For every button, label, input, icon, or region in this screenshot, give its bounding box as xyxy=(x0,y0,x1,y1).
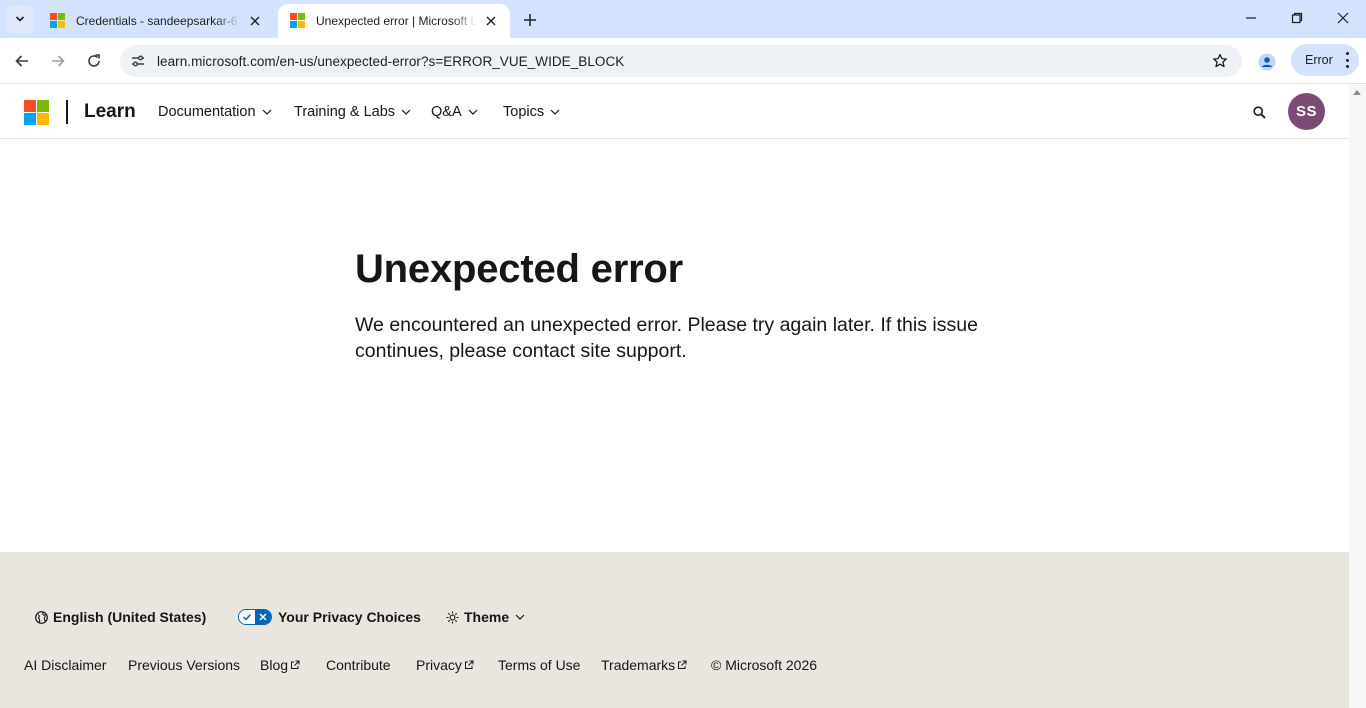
external-link-icon xyxy=(464,660,474,670)
error-content: Unexpected error We encountered an unexp… xyxy=(355,245,1015,364)
footer-link-ai-disclaimer[interactable]: AI Disclaimer xyxy=(24,657,106,673)
minimize-icon xyxy=(1246,17,1256,19)
chevron-down-icon xyxy=(468,107,478,117)
external-link-icon xyxy=(677,660,687,670)
sun-icon xyxy=(446,611,459,624)
privacy-choices-label: Your Privacy Choices xyxy=(278,609,421,625)
theme-label: Theme xyxy=(464,609,510,625)
microsoft-favicon-icon xyxy=(290,13,306,29)
footer-link-terms-of-use[interactable]: Terms of Use xyxy=(498,657,580,673)
more-vertical-icon xyxy=(1345,52,1349,68)
footer-link-label: AI Disclaimer xyxy=(24,657,107,673)
person-icon xyxy=(1258,53,1276,71)
tab-title: Unexpected error | Microsoft Le xyxy=(316,14,476,28)
error-message: We encountered an unexpected error. Plea… xyxy=(355,314,978,362)
page-title: Unexpected error xyxy=(355,247,684,291)
language-label: English (United States) xyxy=(53,609,207,625)
theme-selector[interactable]: Theme xyxy=(446,609,525,625)
privacy-choices-icon xyxy=(238,609,272,625)
footer-link-privacy[interactable]: Privacy xyxy=(416,657,474,673)
browser-profile-button[interactable] xyxy=(1252,47,1282,77)
tab-close-icon[interactable] xyxy=(482,12,500,30)
footer-link-label: Privacy xyxy=(416,657,462,673)
close-icon xyxy=(1337,12,1349,24)
footer-link-trademarks[interactable]: Trademarks xyxy=(601,657,687,673)
nav-training-labs[interactable]: Training & Labs xyxy=(294,104,411,120)
language-selector[interactable]: English (United States) xyxy=(35,609,206,625)
browser-toolbar: learn.microsoft.com/en-us/unexpected-err… xyxy=(0,38,1366,84)
site-footer: English (United States) Your Privacy Cho… xyxy=(0,552,1349,708)
search-icon xyxy=(1252,105,1266,119)
minimize-window-button[interactable] xyxy=(1228,0,1274,36)
browser-tab-strip: Credentials - sandeepsarkar-67 Unexpecte… xyxy=(0,0,1366,38)
tab-search-button[interactable] xyxy=(6,5,34,33)
learn-brand-link[interactable]: Learn xyxy=(84,101,136,123)
footer-link-label: Trademarks xyxy=(601,657,676,673)
browser-error-menu-button[interactable]: Error xyxy=(1291,44,1359,76)
error-chip-label: Error xyxy=(1305,53,1333,67)
address-bar[interactable]: learn.microsoft.com/en-us/unexpected-err… xyxy=(120,45,1242,77)
site-header: Learn Documentation Training & Labs Q&A … xyxy=(0,85,1349,139)
reload-button[interactable] xyxy=(78,45,110,77)
footer-link-label: Terms of Use xyxy=(498,657,581,673)
microsoft-logo-icon[interactable] xyxy=(24,100,49,125)
footer-link-previous-versions[interactable]: Previous Versions xyxy=(128,657,240,673)
close-window-button[interactable] xyxy=(1320,0,1366,36)
chevron-down-icon xyxy=(550,107,560,117)
chevron-down-icon xyxy=(401,107,411,117)
user-avatar[interactable]: SS xyxy=(1288,93,1325,130)
restore-window-button[interactable] xyxy=(1274,0,1320,36)
browser-tab-credentials[interactable]: Credentials - sandeepsarkar-67 xyxy=(38,4,274,38)
plus-icon xyxy=(524,14,536,26)
nav-label: Topics xyxy=(503,104,545,120)
footer-link-contribute[interactable]: Contribute xyxy=(326,657,391,673)
privacy-choices-link[interactable]: Your Privacy Choices xyxy=(238,609,421,625)
copyright-text: © Microsoft 2026 xyxy=(711,657,818,673)
nav-label: Q&A xyxy=(431,104,462,120)
nav-label: Training & Labs xyxy=(294,104,396,120)
arrow-right-icon xyxy=(52,55,65,67)
chevron-down-icon xyxy=(515,612,525,622)
footer-link-label: Contribute xyxy=(326,657,391,673)
footer-link-label: Previous Versions xyxy=(128,657,241,673)
bookmark-star-icon[interactable] xyxy=(1210,51,1230,71)
arrow-left-icon xyxy=(15,55,28,67)
nav-topics[interactable]: Topics xyxy=(503,104,560,120)
microsoft-favicon-icon xyxy=(50,13,66,29)
tab-close-icon[interactable] xyxy=(246,12,264,30)
site-info-icon[interactable] xyxy=(122,45,154,77)
site-search-button[interactable] xyxy=(1250,103,1268,121)
reload-icon xyxy=(88,54,100,67)
globe-icon xyxy=(35,610,48,624)
nav-qa[interactable]: Q&A xyxy=(431,104,478,120)
logo-divider xyxy=(66,100,68,124)
chevron-down-icon xyxy=(15,16,25,22)
nav-documentation[interactable]: Documentation xyxy=(158,104,272,120)
footer-link-blog[interactable]: Blog xyxy=(260,657,300,673)
back-button[interactable] xyxy=(6,45,38,77)
footer-link-label: Blog xyxy=(260,657,289,673)
url-text: learn.microsoft.com/en-us/unexpected-err… xyxy=(157,53,625,69)
scroll-up-arrow-icon[interactable] xyxy=(1353,90,1361,95)
page-viewport: Learn Documentation Training & Labs Q&A … xyxy=(0,85,1349,708)
page-scrollbar[interactable] xyxy=(1349,85,1366,708)
new-tab-button[interactable] xyxy=(518,8,542,32)
nav-label: Documentation xyxy=(158,104,256,120)
browser-tab-unexpected-error[interactable]: Unexpected error | Microsoft Le xyxy=(278,4,510,38)
chevron-down-icon xyxy=(262,107,272,117)
tab-title: Credentials - sandeepsarkar-67 xyxy=(76,14,240,28)
restore-icon xyxy=(1291,12,1303,24)
forward-button[interactable] xyxy=(42,45,74,77)
external-link-icon xyxy=(290,660,300,670)
